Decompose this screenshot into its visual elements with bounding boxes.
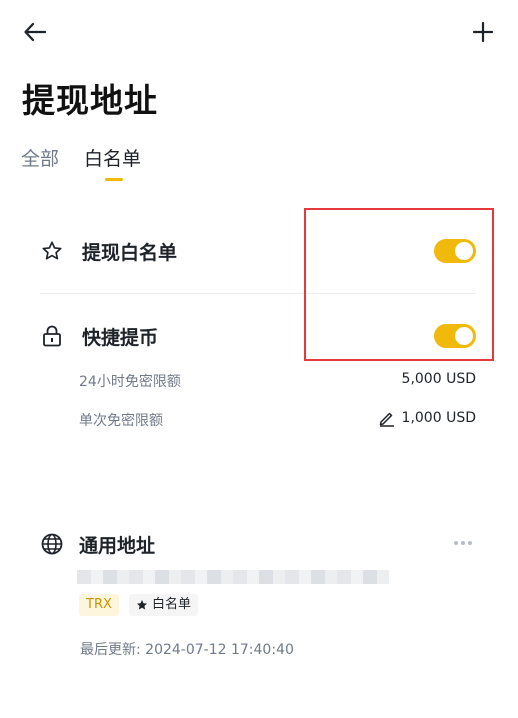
daily-limit-value: 5,000 USD [401,371,476,387]
add-address-button[interactable] [468,18,498,46]
quick-withdraw-label: 快捷提币 [82,327,159,349]
plus-icon [473,22,493,42]
globe-icon [40,532,64,556]
arrow-left-icon [24,23,46,41]
active-tab-indicator [105,178,123,181]
withdraw-address-page: 提现地址 全部 白名单 提现白名单 快捷提币 24小时免密限额 5,000 US… [0,0,518,718]
whitelist-tag-label: 白名单 [152,597,192,612]
star-outline-icon [40,239,64,263]
single-limit-label: 单次免密限额 [79,413,163,429]
highlight-box [304,208,494,361]
redacted-address [77,570,389,584]
more-dots-icon [468,541,472,545]
pencil-icon[interactable] [378,409,396,427]
last-updated-text: 最后更新: 2024-07-12 17:40:40 [80,642,294,658]
tab-all[interactable]: 全部 [21,144,59,171]
network-tag: TRX [79,594,119,616]
whitelist-tag: 白名单 [129,594,199,616]
more-dots-icon [454,541,458,545]
lock-icon [40,324,64,348]
star-filled-icon [137,600,147,610]
page-title: 提现地址 [22,81,158,120]
more-options-button[interactable] [450,533,476,553]
withdraw-whitelist-label: 提现白名单 [82,242,178,264]
tab-whitelist[interactable]: 白名单 [84,144,141,171]
daily-limit-label: 24小时免密限额 [79,374,181,390]
more-dots-icon [461,541,465,545]
address-card-title: 通用地址 [79,535,156,557]
back-button[interactable] [20,18,50,46]
single-limit-value: 1,000 USD [401,410,476,426]
